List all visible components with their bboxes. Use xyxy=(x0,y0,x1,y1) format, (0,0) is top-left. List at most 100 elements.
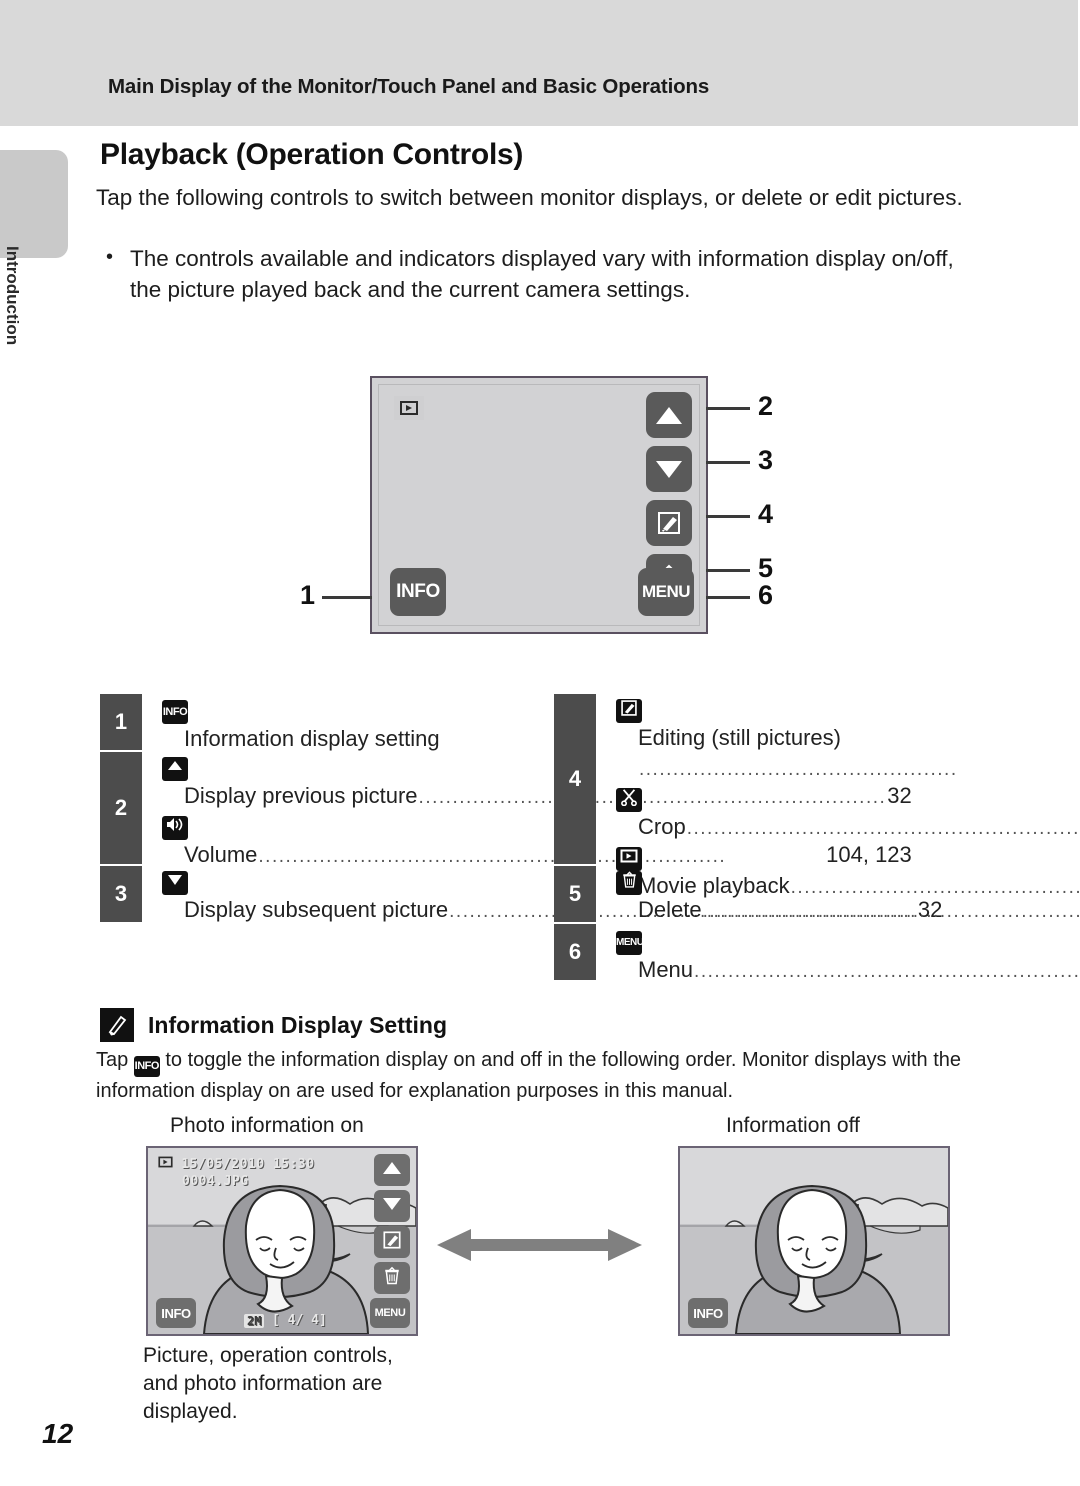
osd-image-size: 2M xyxy=(244,1314,265,1328)
triangle-down-icon xyxy=(162,871,188,895)
delete-button[interactable] xyxy=(374,1262,410,1294)
menu-button[interactable]: MENU xyxy=(370,1298,410,1328)
monitor-diagram: INFO MENU 1 2 3 4 5 6 xyxy=(300,372,780,642)
legend-row: 2 Display previous picture .............… xyxy=(100,752,912,867)
callout-number-6: 6 xyxy=(758,580,774,610)
section-tab-label: Introduction xyxy=(3,246,22,346)
callout-leader-5 xyxy=(706,569,750,572)
info-icon: INFO xyxy=(133,1056,160,1077)
info-button[interactable]: INFO xyxy=(688,1298,728,1328)
legend-number: 5 xyxy=(554,866,596,924)
leader-dots: ........................................… xyxy=(702,901,1080,922)
info-button[interactable]: INFO xyxy=(156,1298,196,1328)
callout-leader-2 xyxy=(706,407,750,410)
note-heading: Information Display Setting xyxy=(100,1008,447,1042)
list-item: The controls available and indicators di… xyxy=(100,242,990,305)
edit-button[interactable] xyxy=(646,500,692,546)
playback-icon xyxy=(394,396,424,420)
edit-pencil-icon xyxy=(658,512,680,534)
triangle-down-icon xyxy=(656,460,682,478)
osd-time: 15:30 xyxy=(272,1157,315,1172)
manual-page: Main Display of the Monitor/Touch Panel … xyxy=(0,0,1080,1486)
note-body-after: to toggle the information display on and… xyxy=(96,1049,962,1102)
scissors-icon xyxy=(616,788,642,812)
legend-number: 4 xyxy=(554,694,596,866)
next-picture-button[interactable] xyxy=(374,1190,410,1222)
menu-icon: MENU xyxy=(616,931,644,955)
legend-label: Editing (still pictures) xyxy=(638,725,841,750)
pencil-note-icon xyxy=(100,1008,134,1042)
note-title: Information Display Setting xyxy=(148,1011,448,1038)
legend-number: 3 xyxy=(100,866,142,924)
example-right-caption: Information off xyxy=(726,1114,860,1137)
legend-number: 6 xyxy=(554,924,596,982)
example-screen-info-on: 15/05/2010 15:30 0004.JPG 2M [ 4/ 4] INF… xyxy=(146,1146,418,1336)
legend-label: Crop xyxy=(638,814,686,839)
legend-row: 5 Delete ...............................… xyxy=(554,866,1080,924)
trash-icon xyxy=(383,1266,401,1291)
leader-dots: ........................................… xyxy=(694,961,1080,982)
edit-button[interactable] xyxy=(374,1226,410,1258)
osd-date: 15/05/2010 xyxy=(181,1157,265,1172)
callout-number-3: 3 xyxy=(758,445,774,475)
note-body-before: Tap xyxy=(96,1049,134,1071)
legend-left-column: 1 INFO Information display setting 2 Dis… xyxy=(100,694,942,924)
example-caption: Picture, operation controls, and photo i… xyxy=(143,1344,393,1423)
section-tab xyxy=(0,150,68,258)
bullet-list: The controls available and indicators di… xyxy=(100,242,990,305)
legend-row: 1 INFO Information display setting xyxy=(100,694,530,752)
edit-pencil-icon xyxy=(616,699,642,723)
legend-number: 1 xyxy=(100,694,142,752)
page-number: 12 xyxy=(42,1418,74,1449)
legend-entry: Editing (still pictures) ...............… xyxy=(616,698,1080,785)
leader-dots: ........................................… xyxy=(639,759,958,780)
monitor-screen: INFO MENU xyxy=(370,376,708,634)
callout-leader-4 xyxy=(706,515,750,518)
legend-row: 3 Display subsequent picture ...........… xyxy=(100,866,942,924)
legend-entry: Delete .................................… xyxy=(616,870,1080,927)
legend-entry: MENU Menu ..............................… xyxy=(616,928,1080,987)
leader-dots: ........................................… xyxy=(686,818,1080,839)
callout-number-1: 1 xyxy=(300,580,316,610)
legend-row: 4 Editing (still pictures) .............… xyxy=(554,694,1080,898)
volume-icon xyxy=(162,816,188,840)
callout-number-2: 2 xyxy=(758,391,774,421)
callout-number-4: 4 xyxy=(758,499,774,529)
intro-paragraph: Tap the following controls to switch bet… xyxy=(96,185,963,210)
playback-icon xyxy=(158,1156,181,1172)
triangle-up-icon xyxy=(162,757,188,781)
legend-label: Information display setting xyxy=(184,726,440,751)
next-picture-button[interactable] xyxy=(646,446,692,492)
info-icon: INFO xyxy=(162,700,188,724)
triangle-up-icon xyxy=(382,1161,402,1180)
double-headed-arrow-icon xyxy=(437,1228,642,1262)
osd-frame-counter: [ 4/ 4] xyxy=(272,1313,327,1328)
legend-entry: INFO Information display setting xyxy=(162,698,530,754)
legend-label: Display previous picture xyxy=(184,783,418,808)
callout-leader-3 xyxy=(706,461,750,464)
callout-leader-6 xyxy=(706,596,750,599)
example-left-caption: Photo information on xyxy=(170,1114,364,1137)
running-header-title: Main Display of the Monitor/Touch Panel … xyxy=(108,75,710,98)
legend-entry: Crop ...................................… xyxy=(616,787,1080,844)
osd-datetime: 15/05/2010 15:30 xyxy=(158,1156,315,1172)
legend-label: Delete xyxy=(638,897,702,922)
legend-row: 6 MENU Menu ............................… xyxy=(554,924,1080,982)
previous-picture-button[interactable] xyxy=(646,392,692,438)
example-screen-info-off: INFO xyxy=(678,1146,950,1336)
osd-filename: 0004.JPG xyxy=(182,1174,249,1189)
info-button[interactable]: INFO xyxy=(390,568,446,616)
legend-label: Display subsequent picture xyxy=(184,897,449,922)
legend-label: Menu xyxy=(638,957,694,982)
menu-button[interactable]: MENU xyxy=(638,568,694,616)
page-title: Playback (Operation Controls) xyxy=(100,138,524,171)
callout-leader-1 xyxy=(322,596,372,599)
previous-picture-button[interactable] xyxy=(374,1154,410,1186)
note-body: Tap INFO to toggle the information displ… xyxy=(96,1046,986,1105)
legend-right-column: 4 Editing (still pictures) .............… xyxy=(554,694,1080,982)
triangle-down-icon xyxy=(382,1197,402,1216)
legend-number: 2 xyxy=(100,752,142,866)
running-header-bar: Main Display of the Monitor/Touch Panel … xyxy=(0,0,1078,126)
edit-pencil-icon xyxy=(382,1230,402,1255)
trash-icon xyxy=(616,871,642,895)
